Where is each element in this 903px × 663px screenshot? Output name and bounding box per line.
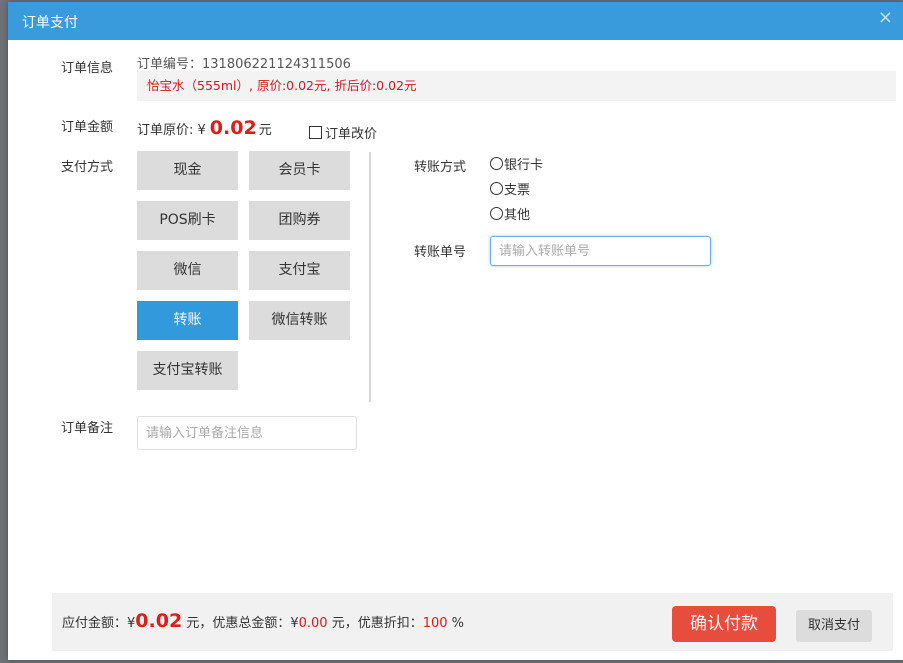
goods-info-bar: 怡宝水（555ml）, 原价:0.02元, 折后价:0.02元 <box>137 71 896 101</box>
checkbox-icon[interactable] <box>309 126 322 139</box>
rate-label: 元，优惠折扣： <box>331 616 423 631</box>
transfer-number-input[interactable] <box>490 236 711 266</box>
radio-cheque[interactable]: 支票 <box>490 179 530 198</box>
radio-bank-card[interactable]: 银行卡 <box>490 154 543 173</box>
vertical-divider <box>369 152 371 402</box>
radio-icon[interactable] <box>490 182 503 195</box>
payable-value: 0.02 <box>135 610 183 632</box>
payment-footer: 应付金额：¥0.02 元，优惠总金额：¥0.00 元，优惠折扣：100 % 确认… <box>52 593 893 651</box>
radio-other[interactable]: 其他 <box>490 204 530 223</box>
pay-group-coupon-button[interactable]: 团购券 <box>249 201 350 240</box>
order-remark-label: 订单备注 <box>61 421 114 436</box>
close-icon[interactable]: × <box>878 8 893 28</box>
modify-price-checkbox[interactable]: 订单改价 <box>309 123 377 142</box>
transfer-method-label: 转账方式 <box>414 160 467 175</box>
order-original-price: 订单原价: ¥0.02 元 <box>137 117 272 139</box>
order-number: 订单编号：131806221124311506 <box>137 53 351 72</box>
pay-transfer-button[interactable]: 转账 <box>137 301 238 340</box>
dialog-titlebar: 订单支付 × <box>8 2 903 40</box>
order-payment-dialog: 订单支付 × 订单信息 订单编号：131806221124311506 怡宝水（… <box>8 2 903 660</box>
modify-price-label: 订单改价 <box>325 127 378 142</box>
order-info-label: 订单信息 <box>61 61 114 76</box>
discount-label: 元，优惠总金额：¥ <box>186 616 299 631</box>
order-amount-label: 订单金额 <box>61 120 114 135</box>
radio-icon[interactable] <box>490 207 503 220</box>
pay-pos-button[interactable]: POS刷卡 <box>137 201 238 240</box>
cancel-payment-button[interactable]: 取消支付 <box>796 610 872 642</box>
order-number-prefix: 订单编号： <box>137 57 203 72</box>
transfer-number-label: 转账单号 <box>414 245 467 260</box>
payment-summary: 应付金额：¥0.02 元，优惠总金额：¥0.00 元，优惠折扣：100 % <box>62 610 464 632</box>
pay-wechat-button[interactable]: 微信 <box>137 251 238 290</box>
pay-wechat-transfer-button[interactable]: 微信转账 <box>249 301 350 340</box>
pay-alipay-transfer-button[interactable]: 支付宝转账 <box>137 351 238 390</box>
payable-label: 应付金额：¥ <box>62 616 136 631</box>
rate-unit: % <box>451 616 465 631</box>
radio-icon[interactable] <box>490 157 503 170</box>
radio-bank-card-label: 银行卡 <box>504 158 544 173</box>
order-remark-input[interactable] <box>137 416 357 450</box>
radio-other-label: 其他 <box>504 208 531 223</box>
original-price-value: 0.02 <box>209 117 257 139</box>
radio-cheque-label: 支票 <box>504 183 531 198</box>
rate-value: 100 <box>422 616 448 631</box>
payment-method-label: 支付方式 <box>61 160 114 175</box>
pay-member-card-button[interactable]: 会员卡 <box>249 151 350 190</box>
goods-line: 怡宝水（555ml）, 原价:0.02元, 折后价:0.02元 <box>147 78 417 93</box>
order-number-value: 131806221124311506 <box>202 57 351 72</box>
dialog-title: 订单支付 <box>22 15 78 31</box>
original-price-label: 订单原价: ¥ <box>137 123 206 138</box>
pay-cash-button[interactable]: 现金 <box>137 151 238 190</box>
original-price-unit: 元 <box>258 123 272 138</box>
discount-value: 0.00 <box>298 616 328 631</box>
pay-alipay-button[interactable]: 支付宝 <box>249 251 350 290</box>
confirm-payment-button[interactable]: 确认付款 <box>672 606 776 642</box>
